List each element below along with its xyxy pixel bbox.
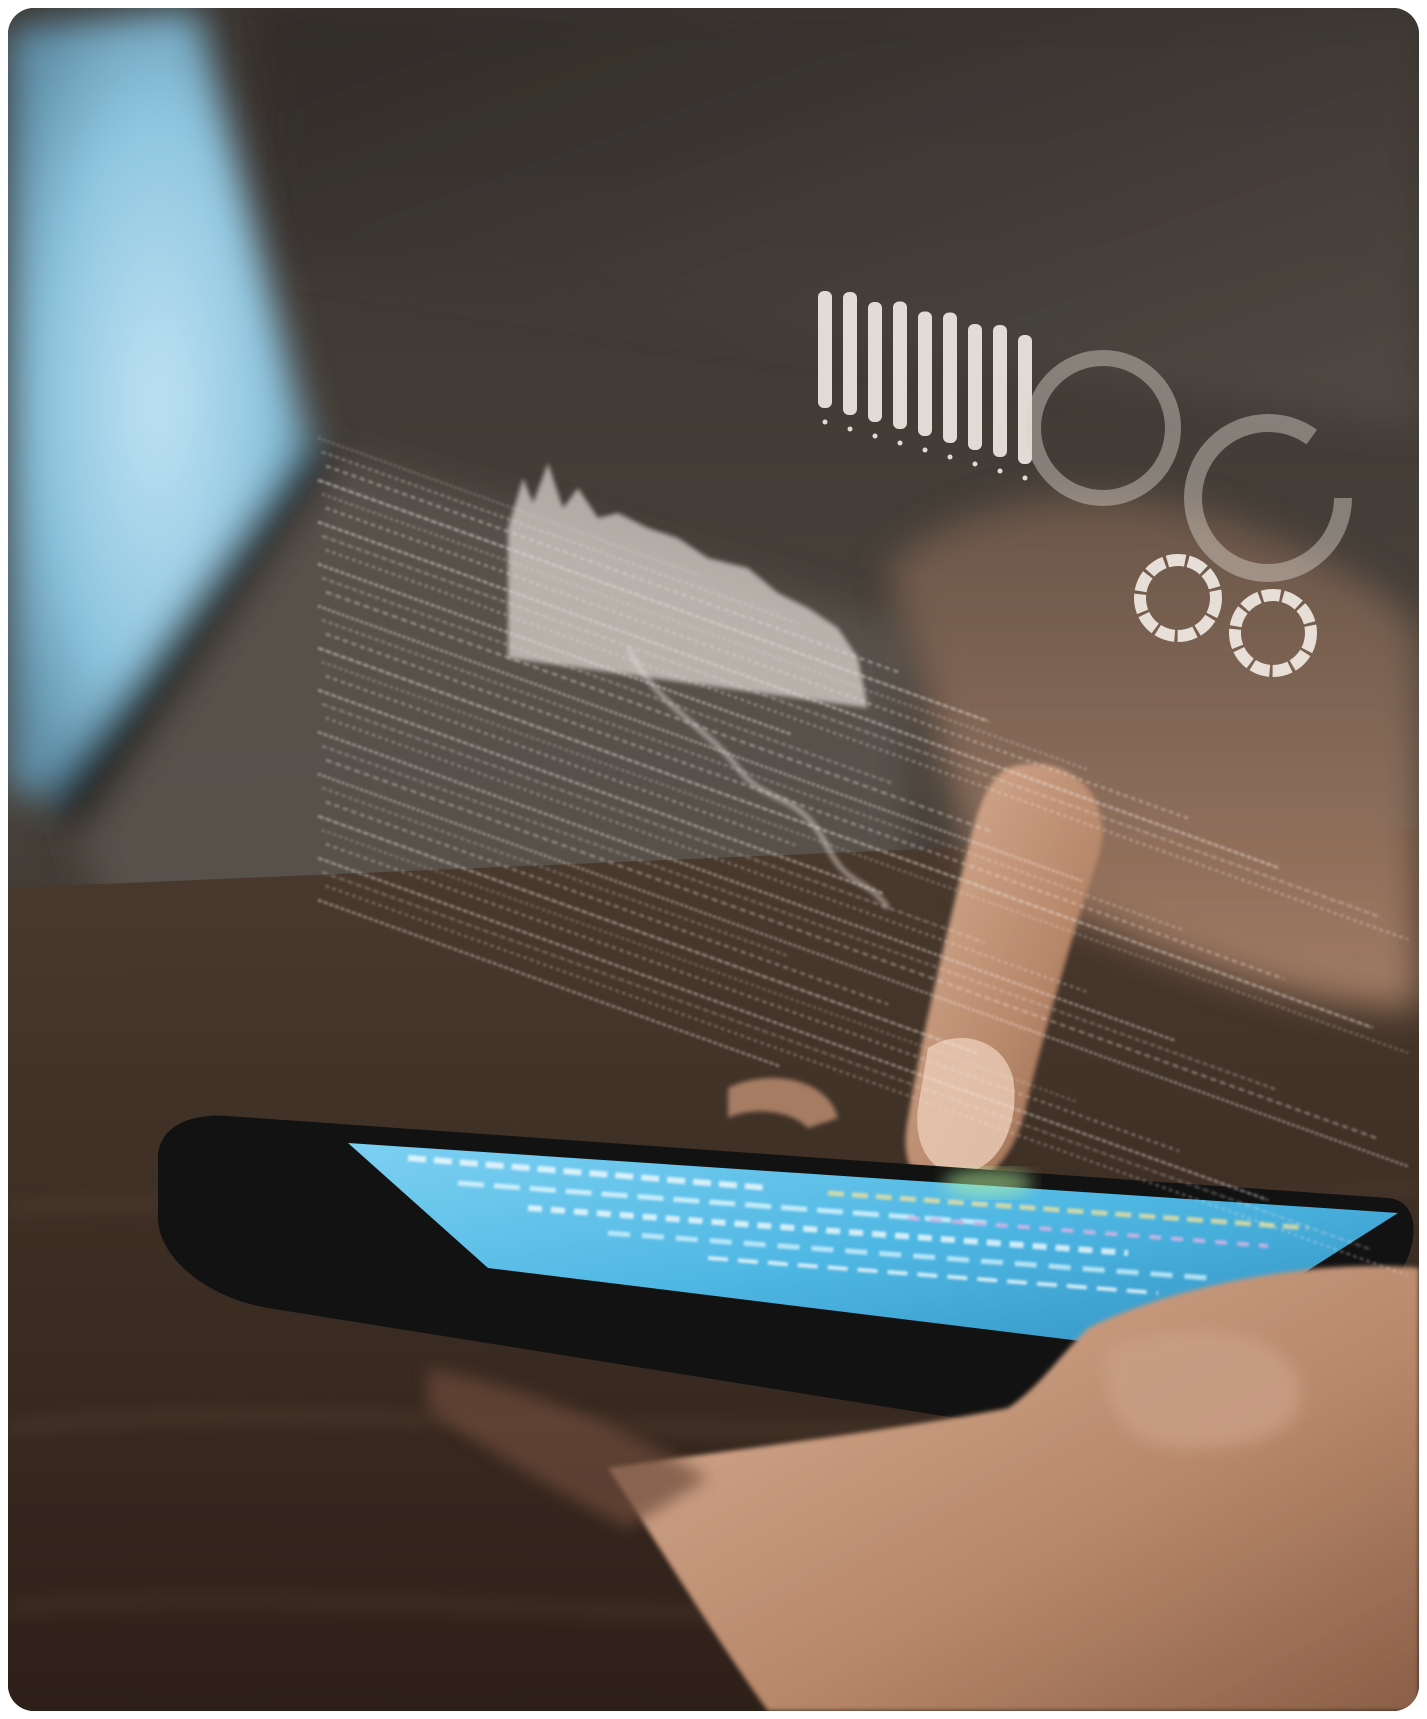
hologram-bar-tick [947,454,953,460]
hologram-bar [943,312,957,443]
hologram-bar-tick [897,440,903,446]
touch-glow [943,1169,1033,1197]
hologram-bar-tick [822,419,828,425]
hologram-bar [993,325,1007,457]
photo-scene [8,8,1419,1711]
hologram-bar [868,302,882,422]
hologram-bar-tick [972,461,978,467]
hologram-bar [818,291,832,408]
photo-frame [8,8,1419,1711]
hologram-bar-tick [922,447,928,453]
hologram-bar-tick [847,426,853,432]
hologram-bar [918,311,932,436]
hologram-bar-tick [872,433,878,439]
hologram-bar [968,324,982,450]
hologram-bar-tick [997,468,1003,474]
thumb [1106,1331,1301,1448]
hologram-bar-tick [1022,475,1028,481]
hologram-bar [843,292,857,415]
hologram-bar [893,301,907,429]
